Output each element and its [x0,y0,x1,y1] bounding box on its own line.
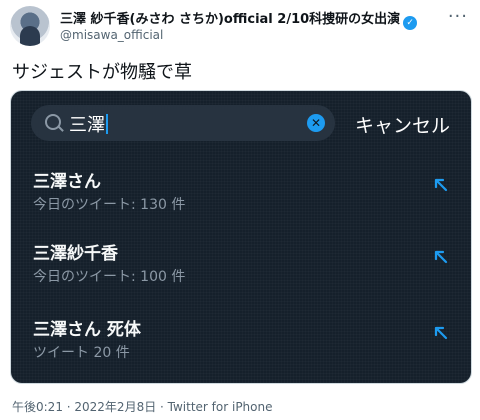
suggestion-subtitle: ツイート 20 件 [33,345,130,361]
author-handle[interactable]: @misawa_official [60,28,163,42]
arrow-up-left-icon[interactable] [431,247,451,267]
author-name-line[interactable]: 三澤 紗千香(みさわ さちか)official 2/10科捜研の女出演 ✓ [60,8,418,30]
avatar[interactable] [10,6,50,46]
cancel-button[interactable]: キャンセル [355,111,450,138]
search-input[interactable]: 三澤 ✕ [31,105,335,141]
suggestion-title: 三澤紗千香 [33,244,118,264]
suggestion-item[interactable]: 三澤さん 今日のツイート: 130 件 [11,167,471,237]
more-icon[interactable]: ··· [448,6,468,27]
author-name[interactable]: 三澤 紗千香(みさわ さちか)official 2/10科捜研の女出演 [60,12,400,27]
arrow-up-left-icon[interactable] [431,175,451,195]
search-query: 三澤 [69,115,105,136]
tweet-timestamp[interactable]: 午後0:21 · 2022年2月8日 · Twitter for iPhone [12,398,273,415]
suggestion-subtitle: 今日のツイート: 100 件 [33,269,186,285]
verified-badge-icon: ✓ [403,16,418,30]
clear-icon[interactable]: ✕ [307,114,325,132]
suggestion-subtitle: 今日のツイート: 130 件 [33,197,186,213]
text-caret [106,114,108,134]
arrow-up-left-icon[interactable] [431,323,451,343]
search-icon [45,114,61,130]
suggestion-item[interactable]: 三澤さん 死体 ツイート 20 件 [11,315,471,383]
tweet-header: 三澤 紗千香(みさわ さちか)official 2/10科捜研の女出演 ✓ @mi… [10,6,470,46]
suggestion-item[interactable]: 三澤紗千香 今日のツイート: 100 件 [11,239,471,309]
tweet-text: サジェストが物騒で草 [12,62,192,83]
suggestion-title: 三澤さん 死体 [33,320,141,340]
suggestion-title: 三澤さん [33,172,101,192]
attached-screenshot[interactable]: 三澤 ✕ キャンセル 三澤さん 今日のツイート: 130 件 三澤紗千香 今日の… [10,90,472,384]
